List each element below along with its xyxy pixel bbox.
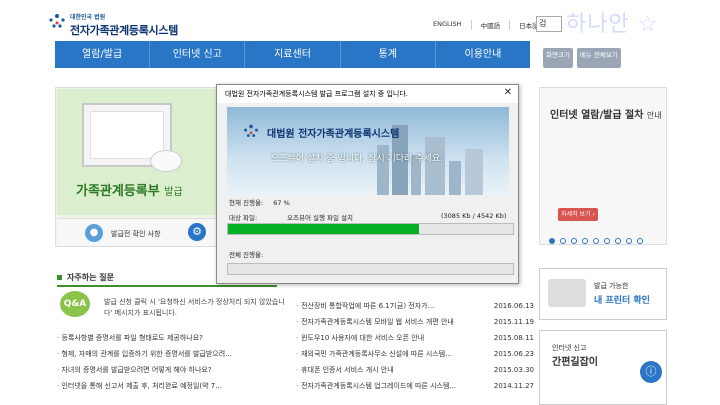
notice-list: 전산장비 통합작업에 따른 6.17(금) 전자가...2016.06.13 전… — [296, 298, 534, 394]
pager-dot[interactable] — [637, 238, 643, 244]
lang-english-link[interactable]: ENGLISH — [424, 20, 472, 30]
main-nav: 열람/발급 인터넷 신고 지료센터 통계 이용안내 — [55, 41, 530, 68]
installer-dialog: 대법원 전자가족관계등록시스템 발급 프로그램 설치 중 입니다. ✕ 대법원 … — [216, 84, 519, 284]
pager-dot[interactable] — [560, 238, 566, 244]
pager-dot[interactable] — [604, 238, 610, 244]
nav-item-guide[interactable]: 이용안내 — [436, 41, 530, 68]
pager-dot[interactable] — [582, 238, 588, 244]
full-menu-button[interactable]: 메뉴 전체보기 — [576, 48, 621, 68]
guide-label-1: 인터넷 신고 — [552, 344, 587, 352]
list-item[interactable]: 형제, 자매의 관계를 입증하기 위한 증명서를 발급받으려... — [57, 346, 287, 362]
pager-dot[interactable] — [626, 238, 632, 244]
watermark: 하나안 ☆ — [566, 12, 659, 37]
dialog-title: 대법원 전자가족관계등록시스템 발급 프로그램 설치 중 입니다. — [217, 85, 518, 103]
mouse-illustration — [150, 150, 182, 172]
lang-chinese-link[interactable]: 中國語 — [472, 20, 511, 30]
installer-message: 오즈뷰어 설치 중 입니다. 잠시 기다려 주세요. — [271, 154, 443, 164]
notice-item[interactable]: 윈도우10 사용자에 대한 서비스 오픈 안내2015.08.11 — [296, 330, 534, 346]
close-icon[interactable]: ✕ — [504, 87, 512, 98]
nav-item-resources[interactable]: 지료센터 — [245, 41, 341, 68]
org-title: 전자가족관계등록시스템 — [70, 24, 179, 37]
bulb-icon: ● — [85, 224, 103, 242]
language-links: ENGLISH 中國語 日本語 — [424, 20, 548, 30]
qa-highlight-text[interactable]: 발급 신청 클릭 시 '요청하신 서비스가 정상처리 되지 않았습니다' 메시지… — [104, 297, 286, 319]
current-progress-row: 현재 진행율: 67 % — [229, 199, 290, 207]
qa-badge-icon: Q&A — [60, 291, 90, 317]
procedure-panel: 인터넷 열람/발급 절차 안내 자세히 보기 › — [539, 87, 667, 245]
pre-issue-check-label: 발급전 확인 사항 — [111, 230, 161, 238]
pager-dot[interactable] — [571, 238, 577, 244]
list-item[interactable]: 등록사항별 증명서를 파일 형태로도 제공하나요? — [57, 330, 287, 346]
faq-list: 등록사항별 증명서를 파일 형태로도 제공하나요? 형제, 자매의 관계를 입증… — [57, 330, 287, 394]
details-button[interactable]: 자세히 보기 › — [558, 208, 598, 221]
nav-item-report[interactable]: 인터넷 신고 — [150, 41, 246, 68]
notice-item[interactable]: 전산장비 통합작업에 따른 6.17(금) 전자가...2016.06.13 — [296, 298, 534, 314]
court-emblem-icon — [49, 14, 65, 28]
pager-dot[interactable] — [615, 238, 621, 244]
report-guide-banner[interactable]: 인터넷 신고 간편길잡이 ⓘ — [539, 330, 667, 405]
list-item[interactable]: 자녀의 증명서를 발급받으려면 어떻게 해야 하나요? — [57, 362, 287, 378]
pager-dot[interactable] — [593, 238, 599, 244]
installer-artwork: 대법원 전자가족관계등록시스템 오즈뷰어 설치 중 입니다. 잠시 기다려 주세… — [227, 107, 509, 195]
total-progress-bar — [227, 263, 514, 275]
total-progress-label: 전체 진행율: — [229, 251, 264, 259]
pager-dot[interactable] — [549, 238, 555, 244]
nav-item-stats[interactable]: 통계 — [341, 41, 436, 68]
current-progress-bar — [227, 223, 514, 235]
carousel-pager — [549, 238, 643, 244]
printer-check-banner[interactable]: 발급 가능한 내 프린터 확인 — [539, 268, 667, 320]
installer-system-name: 대법원 전자가족관계등록시스템 — [267, 129, 400, 140]
view-tools: 화면크기 메뉴 전체보기 — [539, 41, 667, 68]
gear-icon[interactable]: ⚙ — [188, 223, 206, 241]
banner-title: 가족관계등록부 발급 — [76, 184, 183, 199]
printer-label-1: 발급 가능한 — [594, 282, 629, 290]
printer-label-2: 내 프린터 확인 — [594, 296, 650, 306]
guide-label-2: 간편길잡이 — [552, 357, 598, 368]
court-emblem-icon — [244, 124, 258, 137]
printer-icon — [548, 279, 586, 307]
target-file-row: 대상 파일: 오즈뷰어 실행 파일 설치 (3085 Kb / 4542 Kb) — [229, 212, 507, 222]
site-logo[interactable]: 대한민국 법원 전자가족관계등록시스템 — [46, 8, 216, 37]
notice-item[interactable]: 휴대폰 인증서 서비스 개시 안내2015.03.30 — [296, 362, 534, 378]
search-input[interactable]: 검 — [536, 16, 562, 32]
screen-size-button[interactable]: 화면크기 — [543, 48, 573, 68]
list-item[interactable]: 인터넷을 통해 신고서 제출 후, 처리완료 예정일(약 7... — [57, 378, 287, 394]
notice-item[interactable]: 전자가족관계등록시스템 업그레이드에 따른 시스템...2014.11.27 — [296, 378, 534, 394]
procedure-title: 인터넷 열람/발급 절차 안내 — [550, 110, 662, 121]
notice-item[interactable]: 전자가족관계등록시스템 모바일 웹 서비스 개편 안내2015.11.19 — [296, 314, 534, 330]
notice-item[interactable]: 재외국민 가족관계등록사무소 신설에 따른 시스템...2015.06.23 — [296, 346, 534, 362]
org-small-label: 대한민국 법원 — [70, 14, 106, 21]
info-icon: ⓘ — [640, 361, 662, 383]
nav-item-issue[interactable]: 열람/발급 — [55, 41, 151, 68]
